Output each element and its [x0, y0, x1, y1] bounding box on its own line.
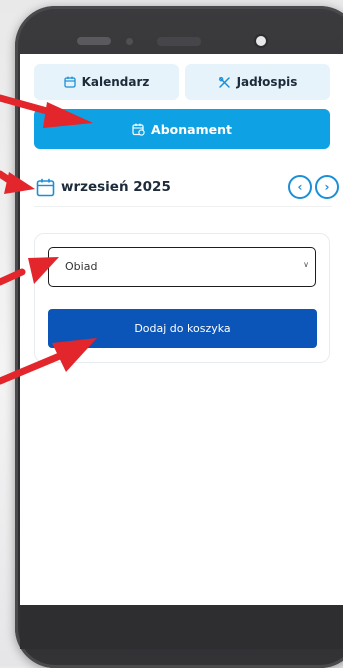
month-header: wrzesień 2025 ‹ ›: [34, 172, 339, 207]
tab-calendar-label: Kalendarz: [81, 75, 150, 89]
subscription-button[interactable]: Abonament: [34, 109, 330, 149]
chevron-right-icon: ›: [324, 180, 330, 194]
calendar-icon: [63, 76, 76, 88]
add-to-cart-button[interactable]: Dodaj do koszyka: [48, 309, 317, 348]
proximity-sensor: [126, 38, 133, 45]
order-card: Obiad ∨ Dodaj do koszyka: [34, 233, 330, 363]
app-screen: Kalendarz Jadłospis Abonament wrzesień 2…: [20, 54, 343, 605]
tab-menu-label: Jadłospis: [236, 75, 298, 89]
subscription-button-label: Abonament: [151, 121, 232, 137]
tab-row: Kalendarz Jadłospis: [34, 64, 330, 100]
earpiece: [157, 37, 201, 46]
month-label: wrzesień 2025: [61, 179, 171, 195]
tab-calendar[interactable]: Kalendarz: [34, 64, 179, 100]
tab-menu[interactable]: Jadłospis: [185, 64, 330, 100]
meal-select-value: Obiad: [65, 260, 98, 273]
chevron-left-icon: ‹: [297, 180, 303, 194]
calendar-check-icon: [132, 123, 145, 136]
prev-month-button[interactable]: ‹: [288, 175, 312, 199]
chevron-down-icon: ∨: [303, 260, 309, 269]
speaker-grille: [77, 37, 111, 45]
add-to-cart-label: Dodaj do koszyka: [134, 322, 231, 335]
phone-bottom-bezel: [20, 605, 343, 649]
meal-select[interactable]: Obiad ∨: [48, 247, 316, 287]
cutlery-icon: [218, 76, 231, 89]
calendar-icon: [36, 178, 55, 201]
front-camera: [256, 36, 266, 46]
next-month-button[interactable]: ›: [315, 175, 339, 199]
